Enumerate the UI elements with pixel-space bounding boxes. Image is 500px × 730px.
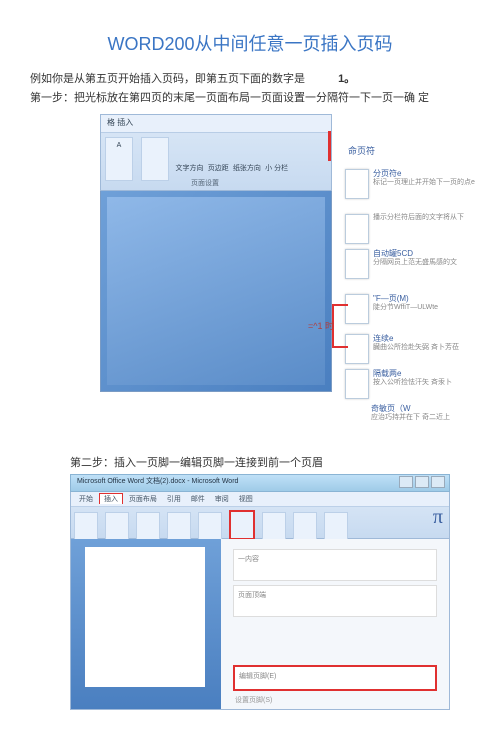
section-label-1: 页面设置 bbox=[191, 178, 219, 188]
thumb-icon bbox=[345, 214, 369, 244]
lbl-text-dir: 文字方向 bbox=[175, 163, 203, 173]
callout-label: 自动罐5CD bbox=[373, 249, 457, 259]
callout-desc: 应治巧持并在下 奇二近上 bbox=[371, 414, 450, 422]
equation-pi-icon[interactable]: π bbox=[433, 506, 443, 529]
ribbon-2: 开始 插入 页面布局 引用 邮件 审阅 视图 π bbox=[70, 492, 450, 539]
thumb-icon bbox=[345, 294, 369, 324]
panel-set-footer[interactable]: 设置页脚(S) bbox=[235, 695, 435, 705]
callout-label: 连续e bbox=[373, 334, 459, 344]
callout-next-page[interactable]: "F—页(M)陡分节WffiT—ULWte bbox=[345, 294, 438, 324]
thumb-icon bbox=[345, 334, 369, 364]
tab-view[interactable]: 视图 bbox=[235, 494, 257, 504]
tab-references[interactable]: 引用 bbox=[163, 494, 185, 504]
callout-text-wrap[interactable]: 自动罐5CD分隔网员上范无盛馬感的文 bbox=[345, 249, 457, 279]
ribbon-group[interactable] bbox=[293, 512, 317, 540]
panel-edit-footer[interactable]: 编辑页脚(E) bbox=[233, 665, 437, 691]
ribbon-group[interactable] bbox=[198, 512, 222, 540]
callout-desc: 陡分节WffiT—ULWte bbox=[373, 304, 438, 312]
callout-even-page[interactable]: 隔载两e按入公听捡怯汗矢 斉汞卜 bbox=[345, 369, 452, 399]
callout-label: 分页符e bbox=[373, 169, 475, 179]
tab-layout[interactable]: 页面布局 bbox=[125, 494, 161, 504]
ribbon-1: 格 插入 A 文字方向 页边距 纸张方向 小 分栏 页面设置 bbox=[100, 114, 332, 191]
footer-dropdown-panel: 一内容 页面顶端 编辑页脚(E) 设置页脚(S) bbox=[221, 539, 449, 709]
tab-insert[interactable]: 插入 bbox=[99, 493, 123, 504]
callout-page-break[interactable]: 分页符e标记一页理止并开始下一页的点e bbox=[345, 169, 475, 199]
intro-number: 1。 bbox=[338, 73, 355, 85]
callout-label: "F—页(M) bbox=[373, 294, 438, 304]
callout-column-break[interactable]: 播示分栏符后面的文字将从下 bbox=[345, 214, 464, 244]
minimize-icon[interactable] bbox=[399, 476, 413, 488]
callout-desc: 播示分栏符后面的文字将从下 bbox=[373, 214, 464, 222]
btn-page-margin[interactable] bbox=[141, 137, 169, 181]
callout-continuous[interactable]: 连续e臓曲公所捡赴矢弼 斉卜芳莅 bbox=[345, 334, 459, 364]
panel-option-1[interactable]: 一内容 bbox=[233, 549, 437, 581]
intro-line-1: 例如你是从第五页开始插入页码，即第五页下面的数字是 1。 bbox=[30, 71, 470, 88]
ribbon-group[interactable] bbox=[262, 512, 286, 540]
lbl-paper: 纸张方向 bbox=[233, 163, 261, 173]
callout-desc: 臓曲公所捡赴矢弼 斉卜芳莅 bbox=[373, 344, 459, 352]
red-highlight-breaks bbox=[328, 131, 331, 161]
panel-option-2[interactable]: 页面顶端 bbox=[233, 585, 437, 617]
thumb-icon bbox=[345, 169, 369, 199]
ribbon-group[interactable] bbox=[324, 512, 348, 540]
btn-text-direction[interactable]: A bbox=[105, 137, 133, 181]
red-bracket-highlight bbox=[332, 304, 348, 348]
intro-text-1a: 例如你是从第五页开始插入页码，即第五页下面的数字是 bbox=[30, 73, 305, 85]
window-controls bbox=[399, 476, 445, 488]
ribbon-group[interactable] bbox=[105, 512, 129, 540]
lbl-size: 小 分栏 bbox=[265, 163, 288, 173]
callout-desc: 标记一页理止并开始下一页的点e bbox=[373, 179, 475, 187]
window-title-text: Microsoft Office Word 文档(2).docx - Micro… bbox=[77, 478, 238, 485]
ribbon-tabs: 开始 插入 页面布局 引用 邮件 审阅 视图 bbox=[71, 492, 449, 507]
tab-home[interactable]: 开始 bbox=[75, 494, 97, 504]
callout-label: 奇敏页（W bbox=[371, 404, 450, 414]
ribbon-group[interactable] bbox=[167, 512, 191, 540]
window-titlebar: Microsoft Office Word 文档(2).docx - Micro… bbox=[70, 474, 450, 492]
lower-area: 一内容 页面顶端 编辑页脚(E) 设置页脚(S) bbox=[70, 539, 450, 710]
ribbon-group-footer[interactable] bbox=[229, 510, 255, 540]
tab-review[interactable]: 审阅 bbox=[211, 494, 233, 504]
ribbon-group[interactable] bbox=[74, 512, 98, 540]
intro-line-2: 第一步：把光标放在第四页的末尾一页面布局一页面设置一分隔符一下一页一确 定 bbox=[30, 90, 470, 107]
thumb-icon bbox=[345, 369, 369, 399]
callout-desc: 按入公听捡怯汗矢 斉汞卜 bbox=[373, 379, 452, 387]
screenshot-1: 格 插入 A 文字方向 页边距 纸张方向 小 分栏 页面设置 命页符 分页符e标… bbox=[100, 114, 480, 392]
close-icon[interactable] bbox=[431, 476, 445, 488]
document-page-1 bbox=[100, 191, 332, 392]
tab-strip-1: 格 插入 bbox=[101, 115, 331, 133]
ribbon-group[interactable] bbox=[136, 512, 160, 540]
document-canvas bbox=[71, 539, 221, 709]
screenshot-2: Microsoft Office Word 文档(2).docx - Micro… bbox=[70, 474, 450, 710]
tab-mailings[interactable]: 邮件 bbox=[187, 494, 209, 504]
thumb-icon bbox=[345, 249, 369, 279]
callout-odd-page[interactable]: 奇敏页（W应治巧持并在下 奇二近上 bbox=[345, 404, 450, 422]
equals-one-label: =^1 时 bbox=[308, 319, 334, 332]
step-2-label: 第二步：插入一页脚一编辑页脚一连接到前一个页眉 bbox=[70, 454, 470, 470]
side-heading: 命页符 bbox=[348, 144, 375, 157]
lbl-margin: 页边距 bbox=[208, 163, 229, 173]
maximize-icon[interactable] bbox=[415, 476, 429, 488]
callout-desc: 分隔网员上范无盛馬感的文 bbox=[373, 259, 457, 267]
callout-label: 隔载两e bbox=[373, 369, 452, 379]
page-title: WORD200从中间任意一页插入页码 bbox=[30, 30, 470, 56]
